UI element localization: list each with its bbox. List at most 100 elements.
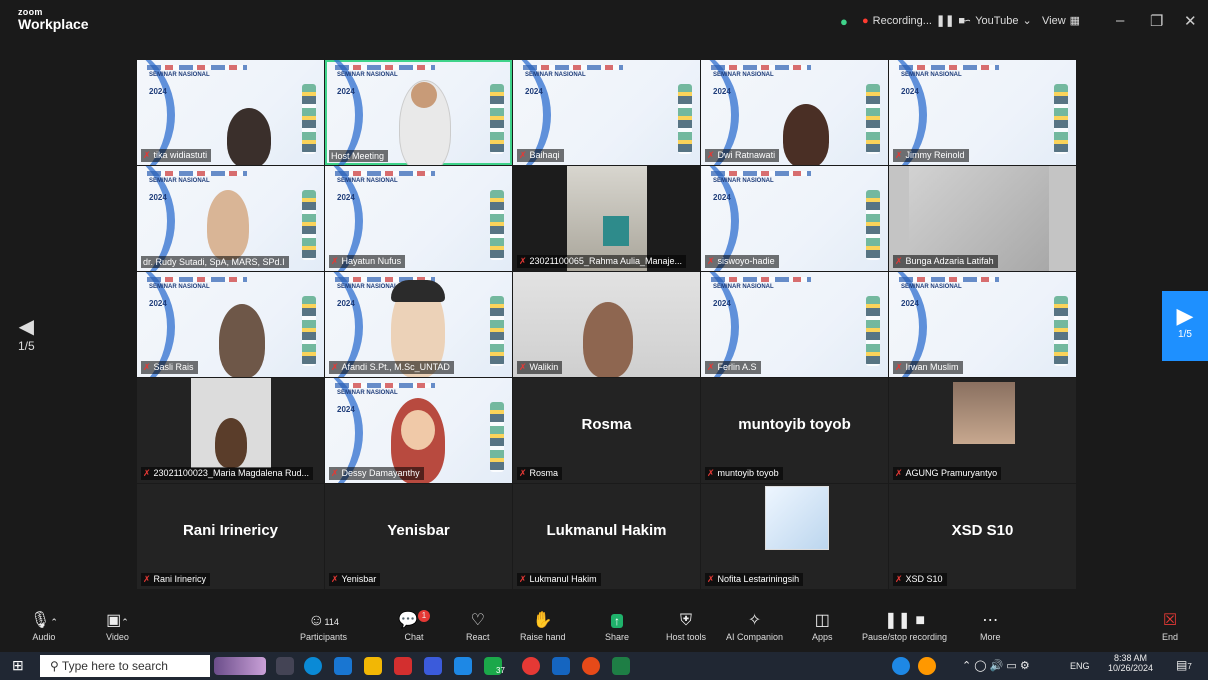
video-tile[interactable]: Rani Irinericy ✗ Rani Irinericy (137, 484, 324, 589)
youtube-label: YouTube (975, 14, 1019, 27)
video-tile[interactable]: XSD S10 ✗ XSD S10 (889, 484, 1076, 589)
participant-name-label: ✗ AGUNG Pramuryantyo (893, 467, 1002, 480)
tray-icons[interactable]: ⌃ ◯ 🔊 ▭ ⚙ (962, 659, 1030, 672)
slide-title: SEMINAR NASIONAL (901, 284, 962, 290)
pause-recording-label: Pause/stop recording (862, 632, 948, 642)
clock[interactable]: 8:38 AM 10/26/2024 (1108, 653, 1153, 673)
video-tile[interactable]: SEMINAR NASIONAL 2024 ✗ Ferlin A.S (701, 272, 888, 377)
tray-app-icon[interactable] (918, 657, 936, 675)
video-tile[interactable]: Lukmanul Hakim ✗ Lukmanul Hakim (513, 484, 700, 589)
notifications-icon[interactable]: ▤7 (1176, 658, 1192, 672)
app-icon[interactable] (424, 657, 442, 675)
participant-name-label: dr. Rudy Sutadi, SpA, MARS, SPd.I (141, 256, 289, 268)
participant-figure (215, 418, 247, 468)
minimize-button[interactable]: – (1116, 12, 1124, 29)
end-button[interactable]: ☒ End (1162, 610, 1178, 642)
video-tile[interactable]: SEMINAR NASIONAL 2024 ✗ Hayatun Nufus (325, 166, 512, 271)
task-view-icon[interactable] (276, 657, 294, 675)
windows-start-icon[interactable]: ⊞ (12, 657, 24, 674)
restore-button[interactable]: ❐ (1150, 12, 1163, 30)
apps-label: Apps (812, 632, 833, 642)
slide-year: 2024 (337, 405, 355, 414)
participant-name-label: ✗ Yenisbar (329, 573, 381, 586)
video-tile[interactable]: ✗ Walikin (513, 272, 700, 377)
zoom-app-icon[interactable] (454, 657, 472, 675)
pause-icon[interactable]: ❚❚ (936, 14, 954, 27)
audio-button[interactable]: 🎙⌃ Audio (30, 610, 58, 642)
video-tile[interactable]: SEMINAR NASIONAL 2024 ✗ Baihaqi (513, 60, 700, 165)
search-highlight-image[interactable] (214, 657, 266, 675)
pdf-reader-icon[interactable] (394, 657, 412, 675)
security-shield-icon[interactable]: ● (840, 14, 848, 29)
participant-video (219, 304, 265, 377)
video-tile[interactable]: SEMINAR NASIONAL 2024 ✗ tika widiastuti (137, 60, 324, 165)
muted-mic-icon: ✗ (707, 362, 715, 372)
page-indicator-left: 1/5 (18, 339, 35, 353)
video-tile[interactable]: SEMINAR NASIONAL 2024 ✗ Dwi Ratnawati (701, 60, 888, 165)
video-tile[interactable]: Rosma ✗ Rosma (513, 378, 700, 483)
mail-icon[interactable] (334, 657, 352, 675)
video-tile[interactable]: Yenisbar ✗ Yenisbar (325, 484, 512, 589)
video-tile[interactable]: ✗ 23021100023_Maria Magdalena Rud... (137, 378, 324, 483)
close-button[interactable]: ✕ (1184, 12, 1197, 30)
raise-hand-button[interactable]: ✋ Raise hand (520, 610, 566, 642)
whatsapp-badge: 37 (496, 666, 505, 675)
video-tile[interactable]: SEMINAR NASIONAL 2024 ✗ Irwan Muslim (889, 272, 1076, 377)
view-button[interactable]: View ▦ (1042, 14, 1080, 28)
slide-year: 2024 (149, 87, 167, 96)
participant-video (783, 104, 829, 165)
muted-mic-icon: ✗ (519, 574, 527, 584)
participant-display-name: XSD S10 (951, 522, 1014, 539)
word-icon[interactable] (552, 657, 570, 675)
chat-badge: 1 (417, 610, 430, 622)
participant-name-label: ✗ Jimmy Reinold (893, 149, 969, 162)
video-tile[interactable]: ✗ AGUNG Pramuryantyo (889, 378, 1076, 483)
next-page-button[interactable]: ▶ 1/5 (1162, 291, 1208, 361)
video-tile[interactable]: muntoyib toyob ✗ muntoyib toyob (701, 378, 888, 483)
language-indicator[interactable]: ENG (1070, 661, 1090, 671)
pause-recording-button[interactable]: ❚❚ ■ Pause/stop recording (862, 610, 947, 642)
chat-button[interactable]: 💬 1 Chat (398, 610, 430, 642)
youtube-stream-button[interactable]: ∽ YouTube ⌄ (962, 14, 1032, 28)
video-tile[interactable]: SEMINAR NASIONAL 2024 ✗ siswoyo-hadie (701, 166, 888, 271)
participant-name-label: ✗ Hayatun Nufus (329, 255, 406, 268)
participant-video (207, 190, 249, 260)
taskbar-search-input[interactable]: ⚲ Type here to search (40, 655, 210, 677)
edge-icon[interactable] (304, 657, 322, 675)
recording-indicator[interactable]: ● Recording... ❚❚ ■ (862, 14, 965, 28)
video-tile[interactable]: ✗ Bunga Adzaria Latifah (889, 166, 1076, 271)
more-icon: ⋯ (982, 612, 999, 629)
video-tile-active-speaker[interactable]: SEMINAR NASIONAL 2024 Host Meeting (325, 60, 512, 165)
video-tile[interactable]: SEMINAR NASIONAL 2024 ✗ Dessy Damayanthy (325, 378, 512, 483)
video-tile[interactable]: SEMINAR NASIONAL 2024 ✗ Sasli Rais (137, 272, 324, 377)
react-button[interactable]: ♡ React (466, 610, 490, 642)
gallery-grid: SEMINAR NASIONAL 2024 ✗ tika widiastuti S… (137, 60, 1077, 589)
participant-name-label: Host Meeting (329, 150, 389, 162)
video-tile[interactable]: SEMINAR NASIONAL 2024 ✗ Afandi S.Pt., M.S… (325, 272, 512, 377)
video-tile[interactable]: SEMINAR NASIONAL 2024 dr. Rudy Sutadi, S… (137, 166, 324, 271)
host-tools-button[interactable]: ⛨ Host tools (666, 610, 706, 642)
video-tile[interactable]: ✗ Nofita Lestariningsih (701, 484, 888, 589)
chrome-profile-icon[interactable] (582, 657, 600, 675)
chrome-icon[interactable] (522, 657, 540, 675)
prev-page-button[interactable]: ◀ 1/5 (18, 314, 35, 353)
muted-mic-icon: ✗ (707, 468, 715, 478)
chat-icon: 💬 1 (398, 610, 430, 632)
file-explorer-icon[interactable] (364, 657, 382, 675)
video-button[interactable]: ▣⌃ Video (106, 610, 129, 642)
participant-video (583, 302, 633, 377)
ai-companion-button[interactable]: ✧ AI Companion (726, 610, 783, 642)
slide-year: 2024 (149, 193, 167, 202)
slide-title: SEMINAR NASIONAL (149, 284, 210, 290)
share-button[interactable]: ↑ Share (605, 610, 629, 642)
help-icon[interactable] (892, 657, 910, 675)
share-screen-icon: ↑ (605, 610, 629, 632)
search-icon: ⚲ (50, 659, 59, 673)
video-tile[interactable]: SEMINAR NASIONAL 2024 ✗ Jimmy Reinold (889, 60, 1076, 165)
participants-button[interactable]: ☺114 Participants (300, 610, 347, 642)
video-tile[interactable]: ✗ 23021100065_Rahma Aulia_Manaje... (513, 166, 700, 271)
slide-title: SEMINAR NASIONAL (337, 390, 398, 396)
excel-icon[interactable] (612, 657, 630, 675)
apps-button[interactable]: ◫ Apps (812, 610, 833, 642)
more-button[interactable]: ⋯ More (980, 610, 1001, 642)
